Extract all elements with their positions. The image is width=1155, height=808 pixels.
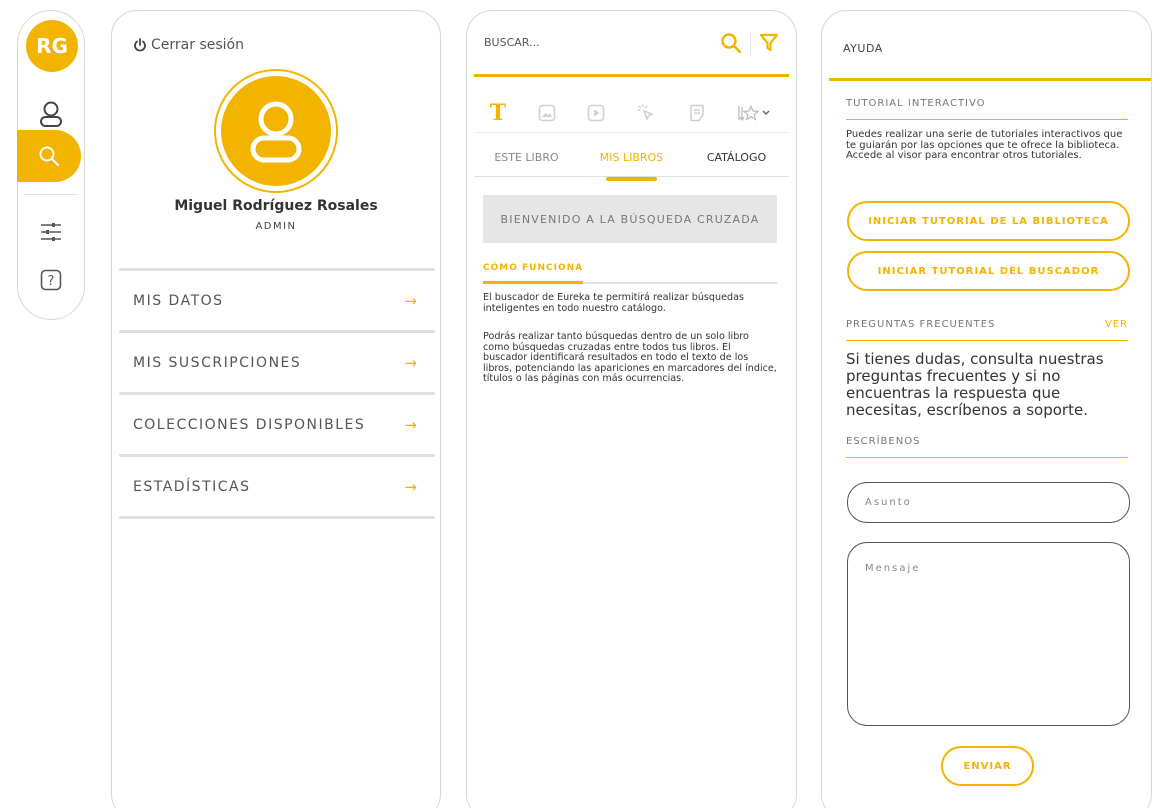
menu-divider [119, 516, 435, 519]
contact-section-title: ESCRÍBENOS [846, 436, 1128, 458]
video-search-tool[interactable] [587, 104, 605, 122]
arrow-right-icon: → [404, 415, 417, 434]
menu-item-statistics[interactable]: ESTADÍSTICAS → [119, 457, 435, 516]
rail-divider [24, 194, 78, 195]
video-icon [587, 104, 605, 121]
profile-nav-button[interactable] [18, 94, 84, 134]
subject-field[interactable] [847, 482, 1130, 523]
arrow-right-icon: → [404, 291, 417, 310]
start-library-tutorial-button[interactable]: INICIAR TUTORIAL DE LA BIBLIOTECA [847, 201, 1130, 241]
search-icon [39, 146, 59, 166]
help-icon: ? [40, 269, 62, 291]
user-avatar[interactable]: RG [26, 20, 78, 72]
svg-text:?: ? [48, 274, 55, 289]
welcome-banner: BIENVENIDO A LA BÚSQUEDA CRUZADA [483, 195, 777, 243]
power-icon [134, 38, 146, 52]
menu-item-label: MIS SUSCRIPCIONES [133, 354, 302, 371]
side-rail: RG ? [17, 10, 85, 320]
settings-nav-button[interactable] [18, 212, 84, 252]
image-search-tool[interactable] [538, 104, 556, 122]
menu-item-collections[interactable]: COLECCIONES DISPONIBLES → [119, 395, 435, 454]
image-icon [538, 104, 555, 121]
profile-menu: MIS DATOS → MIS SUSCRIPCIONES → COLECCIO… [119, 268, 435, 519]
menu-item-my-data[interactable]: MIS DATOS → [119, 271, 435, 330]
user-name: Miguel Rodríguez Rosales [174, 198, 378, 214]
search-nav-button[interactable] [17, 130, 81, 182]
tutorial-description: Puedes realizar una serie de tutoriales … [846, 129, 1123, 161]
toolbar-divider [750, 31, 751, 54]
tabs-divider [474, 176, 789, 177]
section-title-text: ESCRÍBENOS [846, 436, 921, 447]
menu-item-label: MIS DATOS [133, 292, 224, 309]
favorites-sort-icon [738, 104, 770, 121]
help-nav-button[interactable]: ? [18, 260, 84, 300]
tab-this-book[interactable]: ESTE LIBRO [474, 151, 579, 177]
filter-icon [759, 33, 779, 51]
message-field[interactable] [847, 542, 1130, 726]
faq-description: Si tienes dudas, consulta nuestras pregu… [846, 350, 1104, 419]
help-panel: AYUDA TUTORIAL INTERACTIVO Puedes realiz… [821, 10, 1152, 808]
tab-my-books[interactable]: MIS LIBROS [579, 151, 684, 181]
user-role: ADMIN [255, 221, 297, 232]
click-icon [637, 104, 655, 121]
logout-label: Cerrar sesión [151, 37, 244, 53]
profile-avatar [216, 71, 336, 191]
arrow-right-icon: → [404, 477, 417, 496]
filter-button[interactable] [759, 33, 779, 53]
start-search-tutorial-button[interactable]: INICIAR TUTORIAL DEL BUSCADOR [847, 251, 1130, 291]
how-it-works-divider [483, 281, 777, 284]
menu-item-subscriptions[interactable]: MIS SUSCRIPCIONES → [119, 333, 435, 392]
interactive-search-tool[interactable] [636, 103, 656, 123]
help-title: AYUDA [829, 11, 1151, 81]
search-bar [474, 11, 789, 77]
search-button[interactable] [720, 32, 742, 54]
faq-section-title: PREGUNTAS FRECUENTES VER [846, 319, 1128, 341]
tutorial-section-title: TUTORIAL INTERACTIVO [846, 98, 1128, 120]
how-it-works-title: CÓMO FUNCIONA [483, 263, 584, 273]
search-input[interactable] [484, 36, 720, 49]
sliders-icon [41, 223, 61, 241]
how-it-works-paragraph: Podrás realizar tanto búsquedas dentro d… [483, 331, 777, 384]
text-search-tool[interactable]: T [490, 100, 506, 126]
faq-view-link[interactable]: VER [1105, 319, 1128, 330]
search-scope-tabs: ESTE LIBRO MIS LIBROS CATÁLOGO [474, 151, 789, 181]
section-title-text: PREGUNTAS FRECUENTES [846, 319, 996, 330]
favorites-sort-dropdown[interactable] [737, 104, 773, 122]
how-it-works-paragraph: El buscador de Eureka te permitirá reali… [483, 292, 744, 314]
menu-item-label: ESTADÍSTICAS [133, 478, 251, 495]
section-title-text: TUTORIAL INTERACTIVO [846, 98, 986, 109]
search-panel: T [466, 10, 797, 808]
tab-catalog[interactable]: CATÁLOGO [684, 151, 789, 177]
menu-item-label: COLECCIONES DISPONIBLES [133, 416, 366, 433]
user-icon [40, 101, 62, 127]
profile-panel: Cerrar sesión Miguel Rodríguez Rosales A… [111, 10, 441, 808]
search-type-toolbar: T [474, 93, 789, 133]
user-icon [250, 101, 302, 163]
note-icon [690, 104, 704, 121]
logout-button[interactable]: Cerrar sesión [133, 37, 244, 53]
arrow-right-icon: → [404, 353, 417, 372]
notes-search-tool[interactable] [688, 104, 706, 122]
send-button[interactable]: ENVIAR [941, 746, 1034, 786]
search-icon [721, 32, 742, 53]
